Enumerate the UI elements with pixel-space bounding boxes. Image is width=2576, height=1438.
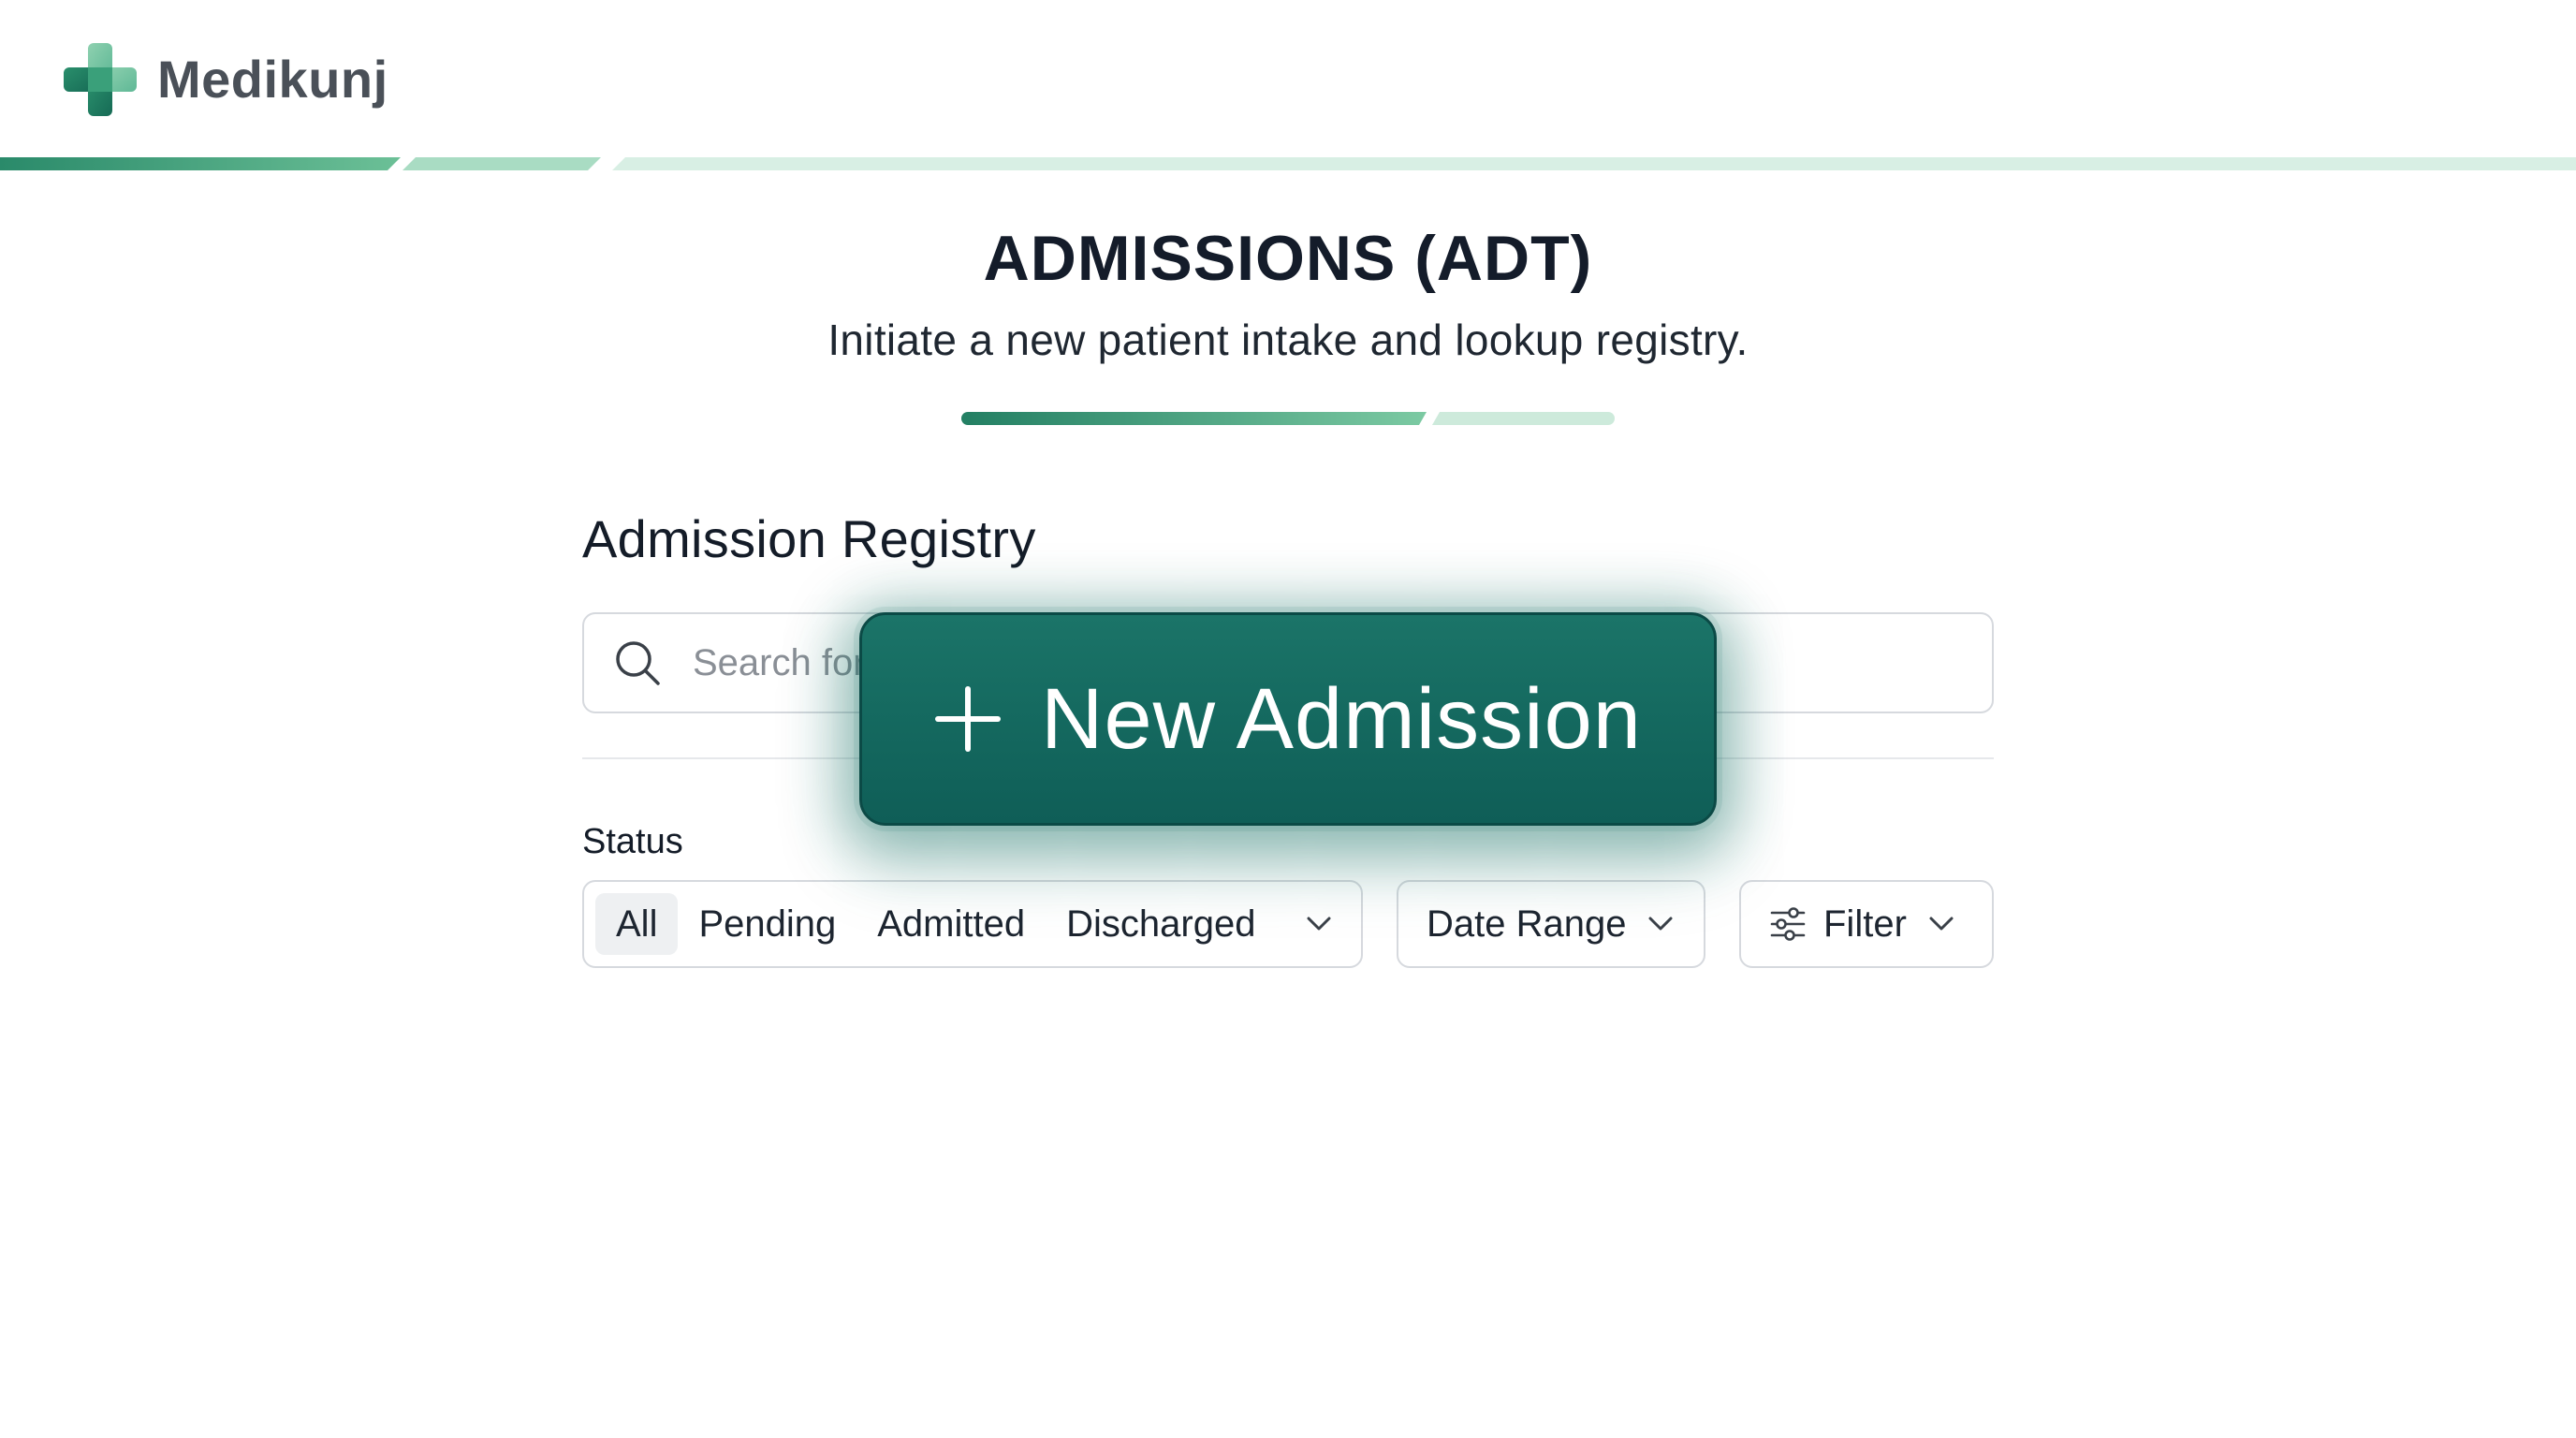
title-underline	[961, 412, 1615, 425]
new-admission-label: New Admission	[1041, 671, 1642, 767]
brand-logo[interactable]: Medikunj	[62, 41, 388, 118]
medical-cross-icon	[64, 43, 137, 116]
status-option-pending[interactable]: Pending	[678, 893, 856, 955]
search-icon	[616, 641, 660, 685]
date-range-dropdown[interactable]: Date Range	[1397, 880, 1705, 968]
section-title: Admission Registry	[582, 509, 1036, 568]
chevron-down-icon[interactable]	[1305, 915, 1333, 933]
status-option-discharged[interactable]: Discharged	[1046, 893, 1276, 955]
chevron-down-icon	[1929, 917, 1954, 931]
chevron-down-icon	[1648, 917, 1673, 931]
brand-name: Medikunj	[157, 50, 388, 109]
status-option-admitted[interactable]: Admitted	[856, 893, 1046, 955]
status-option-all[interactable]: All	[595, 893, 679, 955]
status-label: Status	[582, 822, 683, 861]
date-range-label: Date Range	[1427, 902, 1627, 945]
status-filter[interactable]: All Pending Admitted Discharged	[582, 880, 1363, 968]
filter-dropdown[interactable]: Filter	[1739, 880, 1994, 968]
header-accent-stripe	[0, 157, 2576, 170]
new-admission-button[interactable]: New Admission	[859, 612, 1717, 826]
sliders-icon	[1770, 907, 1806, 941]
page-subtitle: Initiate a new patient intake and lookup…	[827, 315, 1749, 364]
filter-label: Filter	[1823, 902, 1907, 945]
page-title: ADMISSIONS (ADT)	[983, 223, 1593, 294]
plus-icon	[935, 686, 1002, 752]
